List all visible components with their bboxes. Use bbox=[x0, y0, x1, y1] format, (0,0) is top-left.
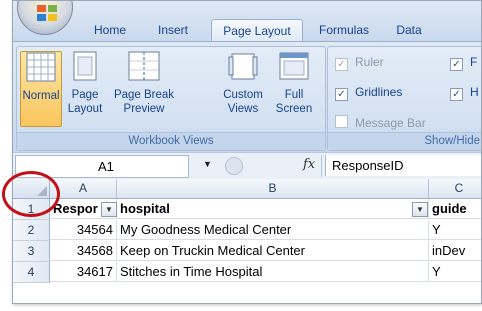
formula-bar: A1 ▼ fx ResponseID bbox=[13, 152, 481, 180]
cell-b1[interactable]: hospital bbox=[117, 199, 429, 219]
message-bar-label: Message Bar bbox=[355, 116, 426, 130]
excel-window: Home Insert Page Layout Formulas Data No… bbox=[12, 0, 482, 304]
cell-c3[interactable]: inDev bbox=[429, 241, 481, 261]
formula-bar-label: F bbox=[470, 55, 478, 69]
cell-c4[interactable]: Y bbox=[429, 262, 481, 282]
filter-dropdown-a-icon[interactable]: ▼ bbox=[101, 202, 117, 217]
tab-insert[interactable]: Insert bbox=[145, 19, 201, 41]
formula-bar-checkbox[interactable]: ✓ F bbox=[450, 55, 477, 71]
name-box-value: A1 bbox=[98, 159, 114, 174]
cell-c1[interactable]: guide bbox=[429, 199, 481, 219]
custom-views-label-line2: Views bbox=[227, 103, 259, 115]
normal-view-label: Normal bbox=[22, 90, 60, 102]
tab-page-layout[interactable]: Page Layout bbox=[211, 19, 303, 42]
page-layout-icon bbox=[73, 51, 97, 81]
formula-bar-check-icon: ✓ bbox=[450, 58, 463, 71]
ruler-check-icon: ✓ bbox=[335, 58, 348, 71]
normal-view-button[interactable]: Normal bbox=[20, 51, 62, 127]
page-break-label-line1: Page Break bbox=[113, 89, 175, 101]
cell-b4[interactable]: Stitches in Time Hospital bbox=[117, 262, 429, 282]
gridlines-check-icon: ✓ bbox=[335, 88, 348, 101]
workbook-views-group-label: Workbook Views bbox=[17, 132, 325, 150]
office-button[interactable] bbox=[17, 1, 73, 35]
show-hide-group-label: Show/Hide bbox=[328, 132, 481, 150]
page-layout-label-line1: Page bbox=[71, 89, 99, 101]
row-header-3[interactable]: 3 bbox=[13, 241, 50, 262]
full-screen-button[interactable]: Full Screen bbox=[269, 51, 319, 116]
custom-views-label-line1: Custom bbox=[223, 89, 263, 101]
cell-b2[interactable]: My Goodness Medical Center bbox=[117, 220, 429, 240]
column-header-b[interactable]: B bbox=[117, 179, 429, 199]
cell-a2[interactable]: 34564 bbox=[50, 220, 117, 240]
page-break-preview-button[interactable]: Page Break Preview bbox=[109, 51, 179, 116]
message-bar-check-icon bbox=[335, 115, 348, 128]
message-bar-checkbox[interactable]: Message Bar bbox=[335, 115, 426, 130]
headings-checkbox[interactable]: ✓ H bbox=[450, 85, 479, 101]
page-break-label-line2: Preview bbox=[123, 103, 165, 115]
row-header-2[interactable]: 2 bbox=[13, 220, 50, 241]
show-hide-group: ✓ Ruler ✓ Gridlines Message Bar ✓ F ✓ H Show… bbox=[327, 46, 481, 151]
gridlines-checkbox[interactable]: ✓ Gridlines bbox=[335, 85, 402, 101]
tab-formulas[interactable]: Formulas bbox=[311, 19, 377, 41]
ruler-label: Ruler bbox=[355, 55, 384, 69]
formula-input[interactable]: ResponseID bbox=[325, 155, 481, 176]
cell-b3[interactable]: Keep on Truckin Medical Center bbox=[117, 241, 429, 261]
cell-b1-value: hospital bbox=[120, 201, 170, 216]
formula-bar-divider bbox=[321, 155, 322, 177]
highlight-circle bbox=[2, 171, 60, 217]
headings-check-icon: ✓ bbox=[450, 88, 463, 101]
ruler-checkbox[interactable]: ✓ Ruler bbox=[335, 55, 384, 71]
page-layout-label-line2: Layout bbox=[67, 103, 103, 115]
gridlines-label: Gridlines bbox=[355, 85, 403, 99]
column-header-a[interactable]: A bbox=[50, 179, 117, 199]
row-header-4[interactable]: 4 bbox=[13, 262, 50, 283]
page-break-preview-icon bbox=[128, 51, 160, 81]
full-screen-label-line1: Full bbox=[284, 89, 304, 101]
insert-function-icon[interactable]: fx bbox=[303, 157, 315, 172]
full-screen-icon bbox=[279, 52, 309, 80]
headings-label: H bbox=[470, 85, 479, 99]
formula-bar-expand-icon[interactable] bbox=[225, 157, 243, 175]
tab-data[interactable]: Data bbox=[387, 19, 431, 41]
office-logo-icon bbox=[37, 5, 57, 21]
tab-home[interactable]: Home bbox=[85, 19, 135, 41]
column-header-c[interactable]: C bbox=[429, 179, 481, 199]
filter-dropdown-b-icon[interactable]: ▼ bbox=[412, 202, 428, 217]
normal-view-icon bbox=[26, 52, 56, 82]
ribbon-body: Normal Page Layout Page Break Preview Cu… bbox=[13, 41, 481, 152]
custom-views-button[interactable]: Custom Views bbox=[217, 51, 269, 116]
cell-c2[interactable]: Y bbox=[429, 220, 481, 240]
cell-a4[interactable]: 34617 bbox=[50, 262, 117, 282]
workbook-views-group: Normal Page Layout Page Break Preview Cu… bbox=[16, 46, 326, 151]
full-screen-label-line2: Screen bbox=[275, 103, 313, 115]
ribbon-tab-bar: Home Insert Page Layout Formulas Data bbox=[13, 1, 481, 42]
page-layout-view-button[interactable]: Page Layout bbox=[65, 51, 105, 116]
cell-a1-value: Respor bbox=[53, 201, 98, 216]
custom-views-icon bbox=[228, 53, 258, 80]
name-box-dropdown-icon[interactable]: ▼ bbox=[203, 159, 212, 169]
formula-value: ResponseID bbox=[332, 158, 404, 173]
cell-a3[interactable]: 34568 bbox=[50, 241, 117, 261]
